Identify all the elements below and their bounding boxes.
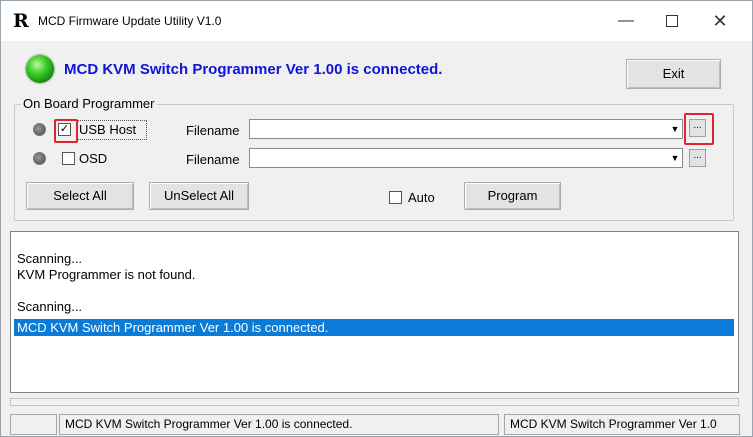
osd-browse-button[interactable]: ... (689, 149, 706, 167)
status-pane-1 (10, 414, 57, 435)
unselect-all-button[interactable]: UnSelect All (149, 182, 249, 210)
status-pane-2: MCD KVM Switch Programmer Ver 1.00 is co… (59, 414, 499, 435)
log-line: Scanning... (17, 299, 83, 314)
log-listbox[interactable]: Scanning... KVM Programmer is not found.… (10, 231, 739, 393)
chevron-down-icon[interactable]: ▼ (669, 121, 681, 137)
chevron-down-icon[interactable]: ▼ (669, 150, 681, 166)
status-bar: MCD KVM Switch Programmer Ver 1.00 is co… (1, 411, 752, 436)
osd-filename-label: Filename (186, 152, 240, 167)
app-icon: R (13, 10, 29, 32)
osd-label: OSD (79, 151, 108, 166)
usb-host-checkbox[interactable]: ✓ (58, 123, 71, 136)
connection-status-led-icon (26, 55, 54, 83)
minimize-button[interactable]: — (603, 7, 649, 35)
connection-status-text: MCD KVM Switch Programmer Ver 1.00 is co… (64, 61, 443, 78)
log-line: KVM Programmer is not found. (17, 267, 196, 282)
window-title: MCD Firmware Update Utility V1.0 (38, 14, 222, 28)
log-line-selected[interactable]: MCD KVM Switch Programmer Ver 1.00 is co… (14, 319, 734, 336)
group-label: On Board Programmer (21, 96, 157, 111)
usb-host-label: USB Host (79, 122, 137, 137)
osd-checkbox[interactable] (62, 152, 75, 165)
log-line: Scanning... (17, 251, 83, 266)
usb-host-browse-button[interactable]: ... (689, 119, 706, 137)
program-button[interactable]: Program (464, 182, 561, 210)
exit-button[interactable]: Exit (626, 59, 721, 89)
close-button[interactable]: ✕ (697, 7, 743, 35)
osd-filename-combo[interactable]: ▼ (249, 148, 683, 168)
select-all-button[interactable]: Select All (26, 182, 134, 210)
progress-bar (10, 398, 739, 406)
status-pane-3: MCD KVM Switch Programmer Ver 1.0 (504, 414, 740, 435)
title-bar[interactable]: R MCD Firmware Update Utility V1.0 — ✕ (1, 1, 752, 41)
auto-label: Auto (408, 190, 435, 205)
usb-host-filename-label: Filename (186, 123, 240, 138)
app-window: R MCD Firmware Update Utility V1.0 — ✕ M… (0, 0, 753, 437)
auto-checkbox[interactable] (389, 191, 402, 204)
maximize-icon (666, 14, 678, 27)
usb-host-status-radio[interactable] (33, 123, 46, 136)
usb-host-filename-combo[interactable]: ▼ (249, 119, 683, 139)
osd-status-radio[interactable] (33, 152, 46, 165)
maximize-button[interactable] (649, 7, 695, 35)
